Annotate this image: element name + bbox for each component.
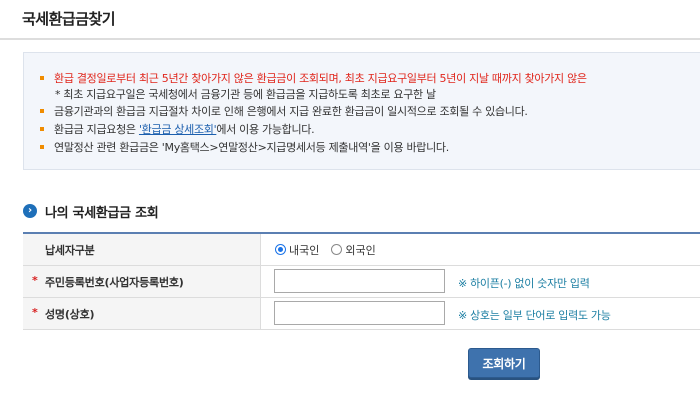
id-number-input[interactable] [274,269,445,293]
notice-item-3: 환급금 지급요청은 '환급금 상세조회'에서 이용 가능합니다. [40,121,315,137]
notice-text-3-prefix: 환급금 지급요청은 [54,123,139,136]
domestic-radio-label[interactable]: 내국인 [289,244,319,257]
id-number-hint: ※ 하이픈(-) 없이 숫자만 입력 [458,277,590,290]
name-input[interactable] [274,301,445,325]
refund-detail-link[interactable]: '환급금 상세조회' [139,123,217,136]
notice-box: 환급 결정일로부터 최근 5년간 찾아가지 않은 환급금이 조회되며, 최초 지… [23,52,700,170]
taxpayer-type-label: 납세자구분 [45,244,95,257]
notice-text-3-suffix: 에서 이용 가능합니다. [216,123,315,136]
id-number-row: * 주민등록번호(사업자등록번호) ※ 하이픈(-) 없이 숫자만 입력 [23,266,700,298]
notice-text-1: 환급 결정일로부터 최근 5년간 찾아가지 않은 환급금이 조회되며, 최초 지… [54,72,587,85]
required-mark: * [32,306,38,319]
foreigner-radio-label[interactable]: 외국인 [345,244,375,257]
name-row: * 성명(상호) ※ 상호는 일부 단어로 입력도 가능 [23,298,700,330]
name-hint: ※ 상호는 일부 단어로 입력도 가능 [458,309,611,322]
page-title: 국세환급금찾기 [22,10,116,28]
name-label: 성명(상호) [45,308,95,321]
arrow-circle-icon: › [23,204,37,218]
bullet-icon [40,109,44,113]
notice-item-2: 금융기관과의 환급금 지급절차 차이로 인해 은행에서 지급 완료한 환급금이 … [40,103,528,119]
search-button[interactable]: 조회하기 [468,348,540,378]
bullet-icon [40,76,44,80]
required-mark: * [32,274,38,287]
section-title: 나의 국세환급금 조회 [45,206,159,221]
label-cell: * 성명(상호) [23,298,261,329]
domestic-radio[interactable] [275,243,286,255]
id-number-label: 주민등록번호(사업자등록번호) [45,276,184,289]
bullet-icon [40,127,44,131]
taxpayer-type-radio-group: 내국인 외국인 [275,242,388,258]
bullet-icon [40,145,44,149]
title-divider [0,38,700,40]
label-cell: 납세자구분 [23,234,261,265]
notice-item-1: 환급 결정일로부터 최근 5년간 찾아가지 않은 환급금이 조회되며, 최초 지… [40,70,587,86]
refund-search-form: 납세자구분 내국인 외국인 * 주민등록번호(사업자등록번호) ※ 하이픈(-) … [23,232,700,330]
notice-text-4: 연말정산 관련 환급금은 'My홈택스>연말정산>지급명세서등 제출내역'을 이… [54,141,449,154]
taxpayer-type-row: 납세자구분 내국인 외국인 [23,234,700,266]
foreigner-radio[interactable] [331,243,343,255]
notice-item-4: 연말정산 관련 환급금은 'My홈택스>연말정산>지급명세서등 제출내역'을 이… [40,139,449,155]
notice-subnote: * 최초 지급요구일은 국세청에서 금융기관 등에 환급금을 지급하도록 최초로… [55,88,436,101]
notice-text-2: 금융기관과의 환급금 지급절차 차이로 인해 은행에서 지급 완료한 환급금이 … [54,105,528,118]
label-cell: * 주민등록번호(사업자등록번호) [23,266,261,297]
